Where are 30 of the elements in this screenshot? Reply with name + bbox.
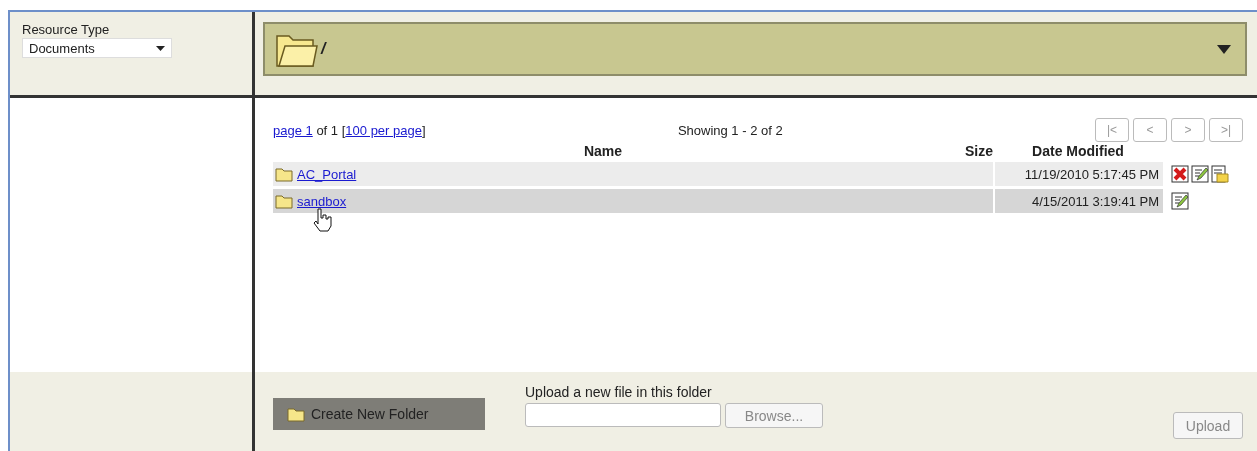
dropdown-arrow-icon[interactable]: [1217, 44, 1231, 54]
edit-icon[interactable]: [1171, 192, 1189, 210]
bracket: ]: [421, 122, 426, 138]
date-cell: 11/19/2010 5:17:45 PM: [1024, 166, 1159, 182]
showing-count: Showing 1 - 2 of 2: [677, 122, 783, 138]
column-header: Name: [582, 143, 624, 159]
edit-icon[interactable]: [1191, 165, 1209, 183]
create-folder-button[interactable]: Create New Folder: [273, 398, 485, 430]
document-folder-icon[interactable]: [1211, 165, 1229, 183]
per-page-link[interactable]: 100 per page: [345, 122, 422, 138]
folder-icon: [287, 406, 305, 422]
date-cell: 4/15/2011 3:19:41 PM: [1032, 193, 1159, 209]
page-link[interactable]: page 1: [273, 122, 313, 138]
page-count: of 1: [316, 122, 339, 138]
dropdown-arrow-icon: [156, 45, 165, 51]
resource-type-label: Resource Type: [22, 22, 111, 37]
folder-link[interactable]: AC_Portal: [297, 166, 357, 182]
folder-icon: [275, 193, 293, 209]
column-header: Size: [964, 143, 993, 159]
folder-path: /: [321, 40, 328, 58]
column-header: Date Modified: [1031, 143, 1125, 159]
upload-label: Upload a new file in this folder: [525, 384, 713, 400]
folder-icon: [275, 166, 293, 182]
folder-link[interactable]: sandbox: [297, 193, 347, 209]
hand-cursor-icon: [313, 207, 333, 232]
table-row[interactable]: AC_Portal: [273, 162, 933, 186]
file-input-field[interactable]: [525, 403, 721, 427]
delete-icon[interactable]: [1171, 165, 1189, 183]
bracket: [: [341, 122, 346, 138]
resource-type-dropdown[interactable]: Documents: [22, 38, 172, 58]
